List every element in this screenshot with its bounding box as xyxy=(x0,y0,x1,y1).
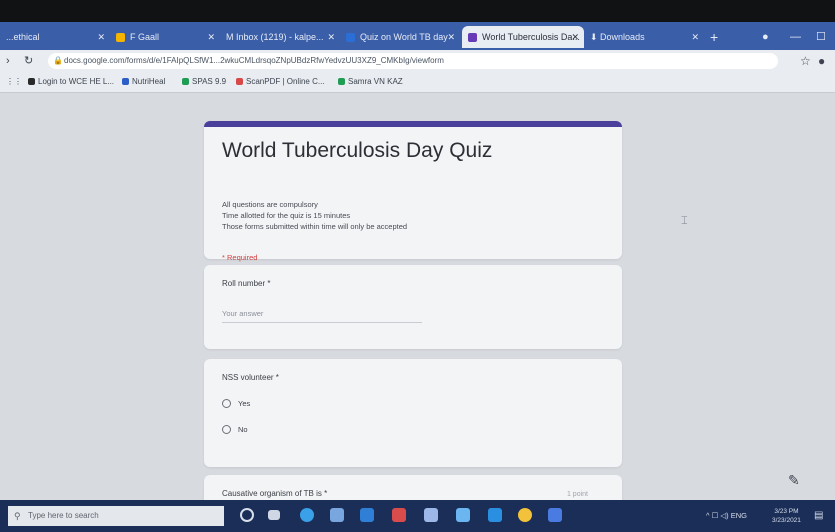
star-icon[interactable]: ☆ xyxy=(800,52,811,70)
radio-button[interactable] xyxy=(222,399,231,408)
form-header-card: World Tuberculosis Day Quiz All question… xyxy=(204,121,622,262)
windows-taskbar: ⚲ Type here to search ^ ☐ ◁) ENG 3/23 PM… xyxy=(0,500,835,532)
bookmarks-bar: ⋮⋮ Login to WCE HE L... NutriHeal SPAS 9… xyxy=(0,72,835,93)
taskbar-clock[interactable]: 3/23 PM 3/23/2021 xyxy=(772,507,801,525)
mouse-cursor-icon: ⌶ xyxy=(681,215,688,227)
question-card-nss-volunteer: NSS volunteer * Yes No xyxy=(204,359,622,467)
radio-option-no[interactable]: No xyxy=(222,425,248,434)
taskbar-search-input[interactable]: ⚲ Type here to search xyxy=(8,506,224,526)
radio-option-yes[interactable]: Yes xyxy=(222,399,250,408)
maximize-icon[interactable]: ☐ xyxy=(816,26,826,48)
close-icon[interactable]: ✕ xyxy=(97,26,105,48)
bookmark-label: Login to WCE HE L... xyxy=(38,77,115,86)
store-icon[interactable] xyxy=(424,508,438,522)
tab-label: Quiz on World TB day xyxy=(360,32,448,42)
description-line: All questions are compulsory xyxy=(222,200,318,209)
bookmark-icon xyxy=(338,78,345,86)
edge-icon[interactable] xyxy=(300,508,314,522)
close-icon[interactable]: ✕ xyxy=(691,26,699,48)
bookmark-label: ScanPDF | Online C... xyxy=(246,77,325,86)
bookmark-label: Samra VN KAZ xyxy=(348,77,403,86)
close-icon[interactable]: ✕ xyxy=(571,26,579,48)
close-icon[interactable]: ✕ xyxy=(447,26,455,48)
option-label: Yes xyxy=(238,399,251,408)
radio-button[interactable] xyxy=(222,425,231,434)
app-icon[interactable] xyxy=(456,508,470,522)
chrome-icon[interactable] xyxy=(518,508,532,522)
bookmark-icon xyxy=(236,78,243,86)
office-icon[interactable] xyxy=(392,508,406,522)
record-icon: ● xyxy=(762,31,769,43)
download-icon: ⬇ xyxy=(590,32,601,42)
profile-avatar[interactable]: ● xyxy=(818,52,825,70)
tab-label: M Inbox (1219) - kalpe... xyxy=(226,32,324,42)
description-line: Time allotted for the quiz is 15 minutes xyxy=(222,211,351,220)
tab-world-tuberculosis-day[interactable]: World Tuberculosis Da... ✕ xyxy=(462,26,584,48)
address-bar[interactable]: 🔒 docs.google.com/forms/d/e/1FAIpQLSfW1.… xyxy=(48,53,778,69)
monitor-bezel xyxy=(0,0,835,22)
question-card-roll-number: Roll number * Your answer xyxy=(204,265,622,349)
cortana-icon[interactable] xyxy=(240,508,254,522)
bookmark-label: SPAS 9.9 xyxy=(192,77,227,86)
option-label: No xyxy=(238,425,248,434)
address-text: docs.google.com/forms/d/e/1FAIpQLSfW1...… xyxy=(64,56,444,65)
reload-icon[interactable]: ↻ xyxy=(24,52,33,70)
lock-icon: 🔒 xyxy=(53,56,63,65)
bookmark-item[interactable]: NutriHeal xyxy=(122,72,165,92)
tab-ethical[interactable]: ...ethical ✕ xyxy=(0,26,110,48)
minimize-icon[interactable]: — xyxy=(790,26,801,48)
clock-time: 3/23 PM xyxy=(774,508,799,515)
required-note: * Required xyxy=(222,253,258,262)
mail-icon[interactable] xyxy=(360,508,374,522)
tab-label: World Tuberculosis Da... xyxy=(482,32,580,42)
notifications-icon[interactable]: ▤ xyxy=(814,500,823,532)
forms-icon xyxy=(468,33,477,43)
globe-icon xyxy=(28,78,35,86)
form-description: All questions are compulsory Time allott… xyxy=(222,199,407,232)
question-card-causative-organism: Causative organism of TB is * 1 point xyxy=(204,475,622,500)
clock-date: 3/23/2021 xyxy=(772,517,801,524)
google-icon xyxy=(116,33,125,43)
close-icon[interactable]: ✕ xyxy=(207,26,215,48)
browser-toolbar: › ↻ 🔒 docs.google.com/forms/d/e/1FAIpQLS… xyxy=(0,50,835,72)
close-icon[interactable]: ✕ xyxy=(327,26,335,48)
app-icon[interactable] xyxy=(548,508,562,522)
tab-downloads[interactable]: ⬇ Downloads ✕ xyxy=(584,26,704,48)
docs-icon xyxy=(346,33,355,43)
tab-inbox[interactable]: M Inbox (1219) - kalpe... ✕ xyxy=(220,26,340,48)
question-label: Roll number * xyxy=(222,279,271,288)
edit-pencil-icon[interactable]: ✎ xyxy=(788,472,800,489)
bookmark-item[interactable]: Samra VN KAZ xyxy=(338,72,403,92)
task-view-icon[interactable] xyxy=(268,510,280,520)
bookmark-item[interactable]: SPAS 9.9 xyxy=(182,72,226,92)
tab-label: F Gaall xyxy=(130,32,160,42)
description-line: Those forms submitted within time will o… xyxy=(222,222,408,231)
forward-icon[interactable]: › xyxy=(6,52,10,70)
search-placeholder: Type here to search xyxy=(28,511,99,520)
roll-number-input[interactable]: Your answer xyxy=(222,309,422,323)
form-page: World Tuberculosis Day Quiz All question… xyxy=(0,93,835,500)
bookmark-item[interactable]: ScanPDF | Online C... xyxy=(236,72,325,92)
browser-tab-strip: ...ethical ✕ F Gaall ✕ M Inbox (1219) - … xyxy=(0,22,835,50)
question-label: Causative organism of TB is * xyxy=(222,489,328,498)
bookmark-label: NutriHeal xyxy=(132,77,166,86)
tab-label: ...ethical xyxy=(6,32,40,42)
app-icon[interactable] xyxy=(488,508,502,522)
bookmark-item[interactable]: Login to WCE HE L... xyxy=(28,72,114,92)
apps-icon[interactable]: ⋮⋮ xyxy=(6,72,22,92)
bookmark-icon xyxy=(122,78,129,86)
new-tab-icon[interactable]: + xyxy=(710,26,718,48)
tab-label: Downloads xyxy=(600,32,645,42)
question-label: NSS volunteer * xyxy=(222,373,279,382)
search-icon: ⚲ xyxy=(14,511,21,521)
tab-gaall[interactable]: F Gaall ✕ xyxy=(110,26,220,48)
points-label: 1 point xyxy=(566,491,588,498)
form-title: World Tuberculosis Day Quiz xyxy=(222,139,493,162)
bookmark-icon xyxy=(182,78,189,86)
tab-quiz-on-world-tb-day[interactable]: Quiz on World TB day ✕ xyxy=(340,26,460,48)
system-tray[interactable]: ^ ☐ ◁) ENG xyxy=(706,500,747,532)
file-explorer-icon[interactable] xyxy=(330,508,344,522)
